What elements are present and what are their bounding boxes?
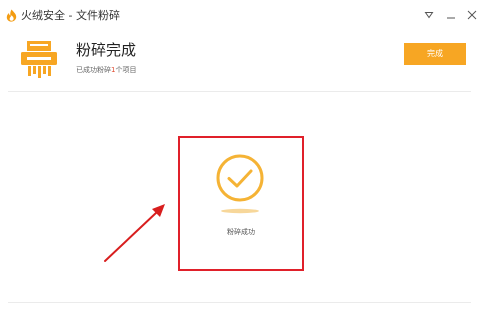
file-shredder-window: 火绒安全 - 文件粉碎 粉碎完成 已成功粉碎1个项目 完成 粉碎成功 (0, 0, 483, 316)
close-button[interactable] (466, 9, 478, 21)
menu-button[interactable] (423, 9, 435, 21)
summary-prefix: 已成功粉碎 (76, 66, 111, 74)
minimize-icon (447, 17, 455, 19)
minimize-button[interactable] (445, 9, 457, 21)
title-bar: 火绒安全 - 文件粉碎 (0, 0, 483, 30)
success-check-icon (216, 154, 264, 214)
page-title: 粉碎完成 (76, 41, 137, 59)
shredder-icon (21, 41, 57, 78)
header-divider (8, 91, 471, 92)
window-title: 火绒安全 - 文件粉碎 (21, 9, 120, 22)
done-button[interactable]: 完成 (404, 43, 466, 65)
success-status-text: 粉碎成功 (227, 228, 255, 236)
red-arrow-annotation-icon (104, 204, 165, 262)
footer-divider (8, 302, 471, 303)
close-icon (467, 10, 477, 20)
result-summary: 已成功粉碎1个项目 (76, 65, 136, 75)
menu-triangle-icon (424, 12, 434, 19)
app-logo-icon (6, 9, 17, 22)
summary-suffix: 个项目 (115, 66, 137, 74)
